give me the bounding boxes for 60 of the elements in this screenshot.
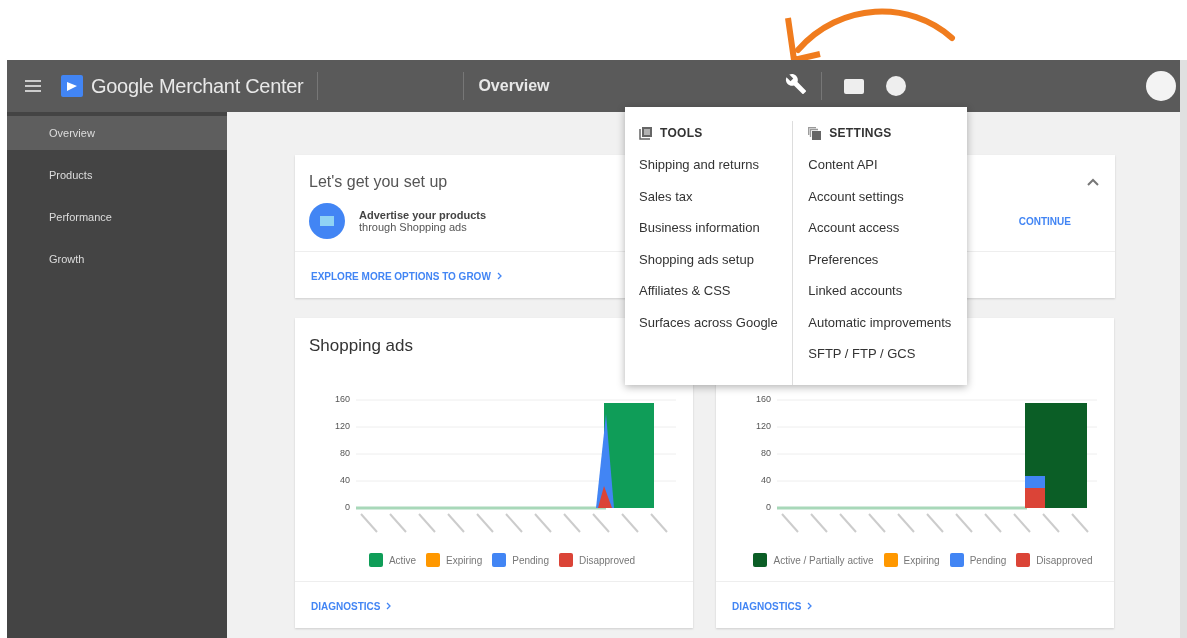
explore-link[interactable]: EXPLORE MORE OPTIONS TO GROW [311, 271, 491, 282]
copies-icon [808, 126, 822, 140]
page-title: Overview [478, 77, 550, 95]
sidebar-item[interactable]: Growth [7, 242, 227, 276]
shopping-icon [309, 203, 345, 239]
axis-tick-label: 0 [765, 502, 772, 512]
menu-item[interactable]: Sales tax [639, 186, 793, 218]
axis-tick-label: 0 [344, 502, 351, 512]
chevron-up-icon[interactable] [1087, 178, 1099, 186]
diagnostics-link[interactable]: DIAGNOSTICS [732, 601, 802, 612]
axis-tick-label: 40 [339, 475, 351, 485]
axis-tick-label: 120 [335, 421, 351, 431]
menu-section-title: TOOLS [660, 126, 703, 140]
sidebar-item[interactable]: Performance [7, 200, 227, 234]
menu-item[interactable]: Affiliates & CSS [639, 281, 793, 313]
menu-item[interactable]: Shopping ads setup [639, 249, 793, 281]
sidebar-item[interactable]: Overview [7, 116, 227, 150]
continue-button[interactable]: CONTINUE [1018, 215, 1071, 227]
mail-icon[interactable] [844, 78, 864, 94]
menu-item[interactable]: Account access [808, 218, 967, 250]
axis-tick-label: 120 [756, 421, 772, 431]
axis-tick-label: 40 [760, 475, 772, 485]
axis-tick-label: 160 [756, 394, 772, 404]
axis-tick-label: 80 [760, 448, 772, 458]
menu-item[interactable]: Surfaces across Google [639, 312, 793, 344]
menu-item[interactable]: Linked accounts [808, 281, 967, 313]
menu-item[interactable]: Account settings [808, 186, 967, 218]
avatar[interactable] [1146, 71, 1176, 101]
logo-icon [61, 75, 83, 97]
legend-label: Expiring [903, 554, 940, 566]
menu-item[interactable]: SFTP / FTP / GCS [808, 344, 967, 376]
legend-label: Disapproved [1036, 554, 1093, 566]
legend-label: Active / Partially active [773, 554, 874, 566]
axis-tick-label: 80 [339, 448, 351, 458]
menu-item[interactable]: Content API [808, 155, 967, 187]
legend-label: Disapproved [578, 554, 636, 566]
legend-label: Expiring [446, 554, 483, 566]
task-title: Advertise your products [359, 209, 487, 221]
menu-section-title: SETTINGS [829, 126, 892, 140]
menu-item[interactable]: Business information [639, 218, 793, 250]
legend-label: Pending [512, 554, 549, 566]
diagnostics-link[interactable]: DIAGNOSTICS [311, 601, 381, 612]
sidebar-item[interactable]: Products [7, 158, 227, 192]
legend-label: Active [388, 554, 417, 566]
menu-item[interactable]: Shipping and returns [639, 155, 793, 187]
list-icon [639, 126, 652, 140]
task-subtitle: through Shopping ads [359, 221, 468, 233]
menu-item[interactable]: Preferences [808, 249, 967, 281]
app-name: Google Merchant Center [91, 74, 304, 98]
help-icon[interactable] [886, 76, 906, 96]
chevron-right-icon [807, 602, 813, 610]
legend-label: Pending [969, 554, 1007, 566]
chevron-right-icon [386, 602, 392, 610]
card-title: Let's get you set up [309, 173, 448, 191]
chevron-right-icon [496, 272, 502, 280]
menu-item[interactable]: Automatic improvements [808, 312, 967, 344]
axis-tick-label: 160 [335, 394, 351, 404]
menu-icon[interactable] [25, 80, 41, 92]
wrench-icon[interactable] [785, 73, 807, 95]
card-title: Shopping ads [309, 336, 413, 355]
